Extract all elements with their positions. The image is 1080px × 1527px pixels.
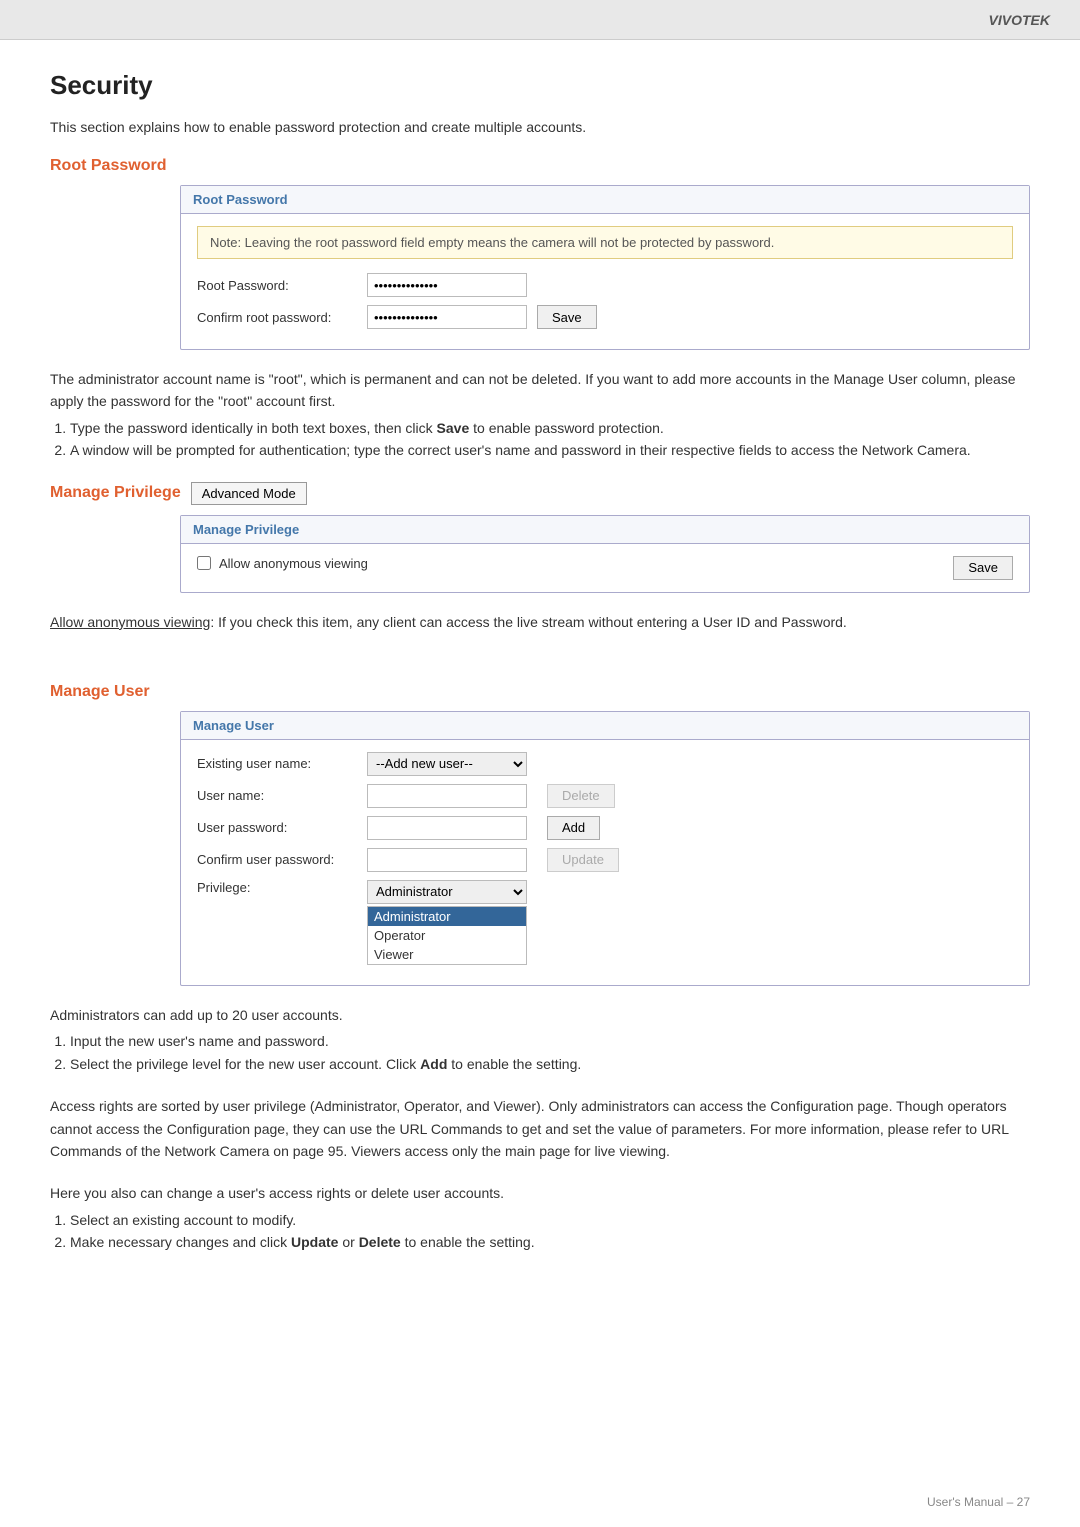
privilege-list-operator[interactable]: Operator: [368, 926, 526, 945]
update-button-col: Update: [537, 848, 619, 872]
root-password-desc-text: The administrator account name is "root"…: [50, 368, 1030, 413]
confirm-user-password-label: Confirm user password:: [197, 852, 367, 867]
privilege-save-row: Allow anonymous viewing Save: [197, 556, 1013, 580]
manage-privilege-save-button[interactable]: Save: [953, 556, 1013, 580]
manage-user-desc1: Administrators can add up to 20 user acc…: [50, 1004, 1030, 1026]
user-password-label: User password:: [197, 820, 367, 835]
manage-privilege-panel-header: Manage Privilege: [181, 516, 1029, 544]
confirm-user-password-input[interactable]: [367, 848, 527, 872]
anon-desc-underline: Allow anonymous viewing: [50, 614, 210, 630]
privilege-select[interactable]: Administrator Operator Viewer: [367, 880, 527, 904]
root-password-note: Note: Leaving the root password field em…: [197, 226, 1013, 259]
add-button-col: Add: [537, 816, 600, 840]
existing-user-select[interactable]: --Add new user--: [367, 752, 527, 776]
privilege-control: Administrator Operator Viewer Administra…: [367, 880, 527, 965]
advanced-mode-button[interactable]: Advanced Mode: [191, 482, 307, 505]
user-name-row: User name: Delete: [197, 784, 1013, 808]
root-password-step-2: A window will be prompted for authentica…: [70, 439, 1030, 461]
manage-user-steps1: Input the new user's name and password. …: [70, 1030, 1030, 1075]
manage-user-step1-1: Input the new user's name and password.: [70, 1030, 1030, 1052]
manage-user-panel: Manage User Existing user name: --Add ne…: [180, 711, 1030, 986]
anon-desc: Allow anonymous viewing: If you check th…: [50, 611, 1030, 633]
root-password-panel: Root Password Note: Leaving the root pas…: [180, 185, 1030, 350]
manage-user-step2-1: Select an existing account to modify.: [70, 1209, 1030, 1231]
privilege-list-viewer[interactable]: Viewer: [368, 945, 526, 964]
manage-user-panel-header: Manage User: [181, 712, 1029, 740]
add-button[interactable]: Add: [547, 816, 600, 840]
root-password-row: Root Password:: [197, 273, 1013, 297]
privilege-label: Privilege:: [197, 880, 367, 895]
existing-user-row: Existing user name: --Add new user--: [197, 752, 1013, 776]
user-buttons: Delete: [537, 784, 615, 808]
user-name-input[interactable]: [367, 784, 527, 808]
confirm-root-password-input[interactable]: [367, 305, 527, 329]
root-password-save-button[interactable]: Save: [537, 305, 597, 329]
privilege-listbox[interactable]: Administrator Operator Viewer: [367, 906, 527, 965]
manage-user-desc1-block: Administrators can add up to 20 user acc…: [50, 1004, 1030, 1075]
root-password-step-1: Type the password identically in both te…: [70, 417, 1030, 439]
update-button[interactable]: Update: [547, 848, 619, 872]
manage-user-desc3-block: Here you also can change a user's access…: [50, 1182, 1030, 1253]
brand-logo: VIVOTEK: [989, 12, 1050, 28]
privilege-row: Privilege: Administrator Operator Viewer…: [197, 880, 1013, 965]
manage-user-desc2: Access rights are sorted by user privile…: [50, 1095, 1030, 1162]
allow-anon-label: Allow anonymous viewing: [219, 556, 368, 571]
delete-button[interactable]: Delete: [547, 784, 615, 808]
manage-user-panel-body: Existing user name: --Add new user-- Use…: [181, 740, 1029, 985]
root-password-steps: Type the password identically in both te…: [70, 417, 1030, 462]
footer-note: User's Manual – 27: [927, 1495, 1030, 1509]
intro-text: This section explains how to enable pass…: [50, 119, 1030, 135]
allow-anon-row: Allow anonymous viewing: [197, 556, 368, 571]
root-password-section-title: Root Password: [50, 157, 1030, 175]
manage-user-step1-2: Select the privilege level for the new u…: [70, 1053, 1030, 1075]
manage-user-section: Manage User Manage User Existing user na…: [50, 683, 1030, 986]
manage-user-section-title: Manage User: [50, 683, 1030, 701]
manage-user-desc2-block: Access rights are sorted by user privile…: [50, 1095, 1030, 1162]
manage-privilege-header: Manage Privilege Advanced Mode: [50, 482, 1030, 505]
confirm-user-password-row: Confirm user password: Update: [197, 848, 1013, 872]
manage-privilege-section-title: Manage Privilege: [50, 484, 181, 502]
privilege-list-admin[interactable]: Administrator: [368, 907, 526, 926]
manage-privilege-panel-body: Allow anonymous viewing Save: [181, 544, 1029, 592]
manage-user-step2-2: Make necessary changes and click Update …: [70, 1231, 1030, 1253]
confirm-root-password-label: Confirm root password:: [197, 310, 367, 325]
allow-anon-checkbox[interactable]: [197, 556, 211, 570]
existing-user-label: Existing user name:: [197, 756, 367, 771]
main-content: Security This section explains how to en…: [0, 40, 1080, 1313]
page-title: Security: [50, 70, 1030, 101]
confirm-root-password-row: Confirm root password: Save: [197, 305, 1013, 329]
root-password-label: Root Password:: [197, 278, 367, 293]
manage-privilege-panel: Manage Privilege Allow anonymous viewing…: [180, 515, 1030, 593]
root-password-input[interactable]: [367, 273, 527, 297]
user-name-label: User name:: [197, 788, 367, 803]
manage-user-steps2: Select an existing account to modify. Ma…: [70, 1209, 1030, 1254]
user-password-row: User password: Add: [197, 816, 1013, 840]
root-password-panel-header: Root Password: [181, 186, 1029, 214]
top-bar: VIVOTEK: [0, 0, 1080, 40]
manage-user-desc3: Here you also can change a user's access…: [50, 1182, 1030, 1204]
root-password-description: The administrator account name is "root"…: [50, 368, 1030, 462]
root-password-panel-body: Note: Leaving the root password field em…: [181, 214, 1029, 349]
user-password-input[interactable]: [367, 816, 527, 840]
